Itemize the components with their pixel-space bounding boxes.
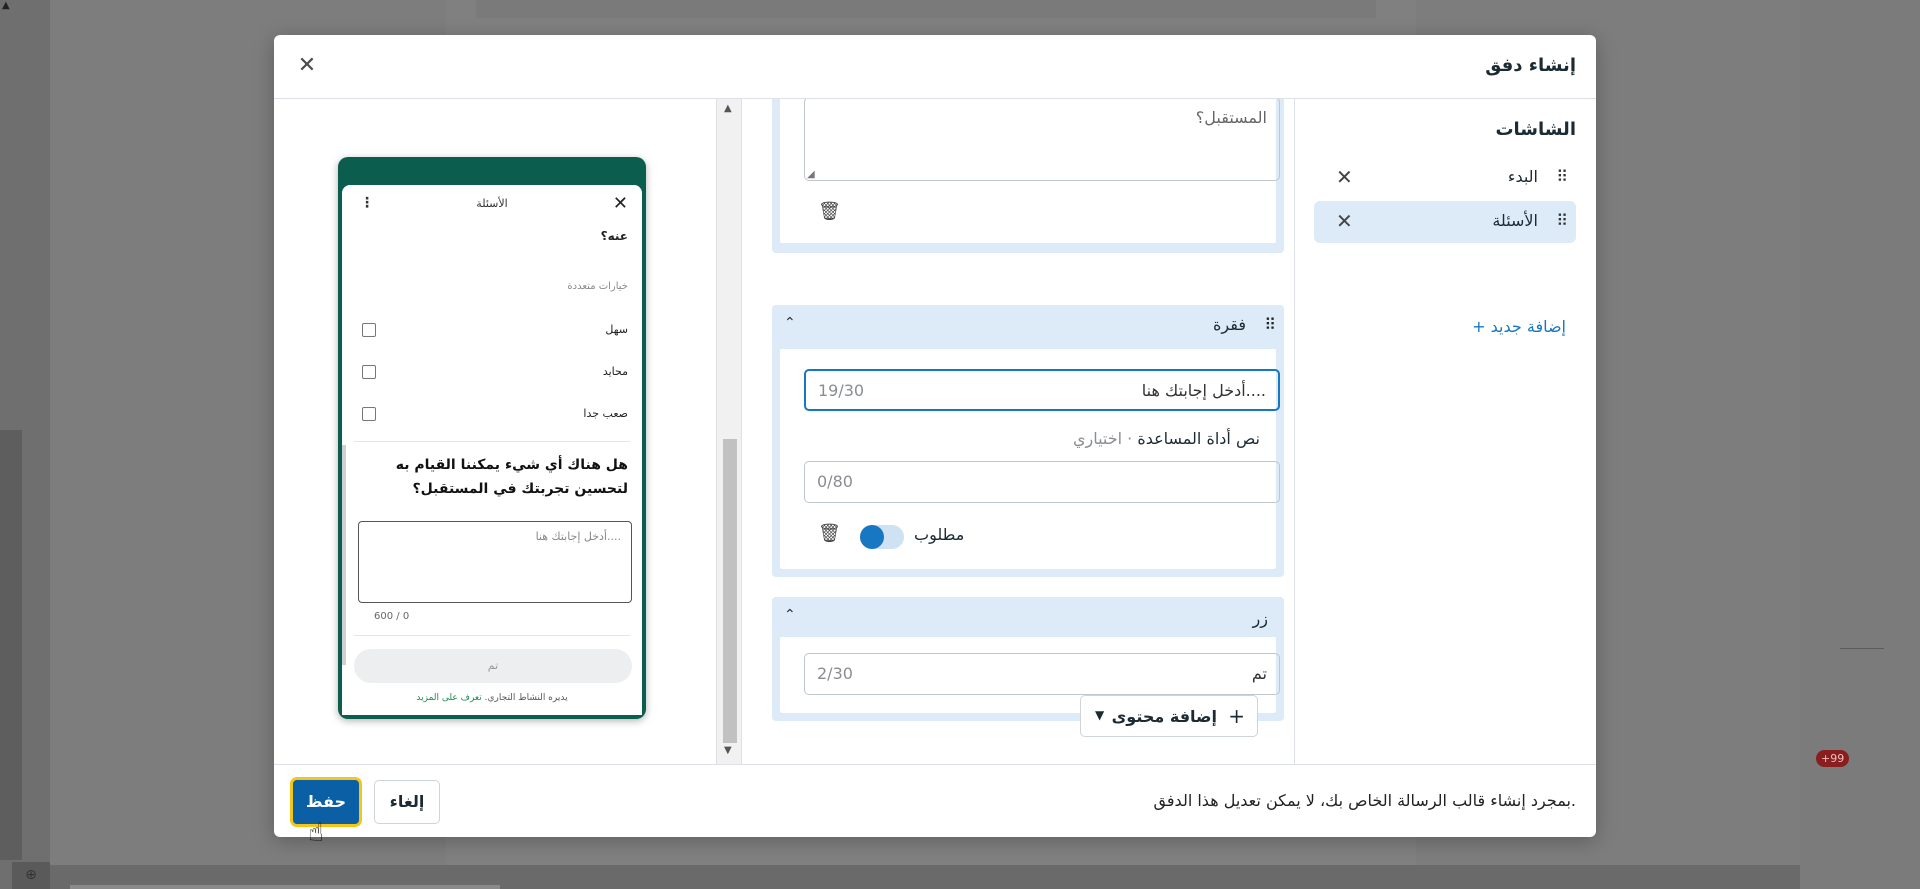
checkbox <box>362 323 376 337</box>
checkbox <box>362 407 376 421</box>
textarea-value: المستقبل؟ <box>1195 108 1267 127</box>
add-new-screen-link[interactable]: + إضافة جديد <box>1472 317 1566 336</box>
preview-counter: 600 / 0 <box>374 611 410 622</box>
phone-preview-panel: ✕ الأسئلة ⋮ عنه؟ خيارات متعددة سهل محايد… <box>274 99 716 764</box>
phone-sheet: ✕ الأسئلة ⋮ عنه؟ خيارات متعددة سهل محايد… <box>342 185 642 715</box>
remove-screen-icon[interactable]: ✕ <box>1336 209 1353 233</box>
char-counter: 19/30 <box>818 381 865 400</box>
drag-handle-icon[interactable]: ⠿ <box>1264 315 1276 334</box>
more-options-icon: ⋮ <box>360 195 374 211</box>
screen-item-label: البدء <box>1507 167 1538 186</box>
required-label: مطلوب <box>914 525 965 544</box>
paragraph-heading: فقرة <box>1213 315 1246 334</box>
field-value: أدخل إجابتك هنا.... <box>1141 381 1266 400</box>
multi-choice-label: خيارات متعددة <box>567 281 628 292</box>
collapse-chevron-icon[interactable]: ⌃ <box>784 315 796 331</box>
horizontal-scrollbar[interactable] <box>70 885 500 889</box>
helper-text-field[interactable]: 0/80 <box>804 461 1280 503</box>
char-counter: 2/30 <box>817 664 853 683</box>
option-label: سهل <box>605 323 628 336</box>
caret-down-icon: ▼ <box>1095 708 1105 722</box>
delete-icon[interactable]: 🗑 <box>818 201 841 222</box>
previous-answer-textarea[interactable]: المستقبل؟ ◢ <box>804 99 1280 181</box>
remove-screen-icon[interactable]: ✕ <box>1336 165 1353 189</box>
screen-item-start[interactable]: ⠿ البدء ✕ <box>1314 157 1576 199</box>
preview-title: الأسئلة <box>476 197 508 210</box>
scroll-down-icon[interactable]: ▼ <box>724 745 732 756</box>
button-heading: زر <box>1252 609 1268 628</box>
notification-badge: +99 <box>1816 750 1850 767</box>
previous-component-body: المستقبل؟ ◢ 🗑 <box>780 99 1280 243</box>
preview-footer: يديره النشاط التجاري. تعرف على المزيد <box>416 693 568 703</box>
modal-title: إنشاء دفق <box>1485 55 1576 76</box>
collapse-chevron-icon[interactable]: ⌃ <box>784 607 796 623</box>
divider <box>354 441 630 442</box>
preview-scrollbar <box>342 445 346 665</box>
scroll-up-icon[interactable]: ▲ <box>724 103 732 114</box>
preview-done-button: تم <box>354 649 632 683</box>
answer-placeholder-field[interactable]: أدخل إجابتك هنا.... 19/30 <box>804 369 1280 411</box>
globe-icon[interactable]: ⊕ <box>12 862 50 889</box>
scrollbar-thumb[interactable] <box>723 439 737 743</box>
previous-component-section: المستقبل؟ ◢ 🗑 <box>772 99 1284 253</box>
preview-question: هل هناك أي شيء يمكننا القيام به لتحسين ت… <box>395 457 628 497</box>
char-counter: 0/80 <box>817 472 853 491</box>
plus-icon: + <box>1228 704 1245 728</box>
preview-cut-text: عنه؟ <box>600 229 628 243</box>
button-label-field[interactable]: تم 2/30 <box>804 653 1280 695</box>
paragraph-body: أدخل إجابتك هنا.... 19/30 نص أداة المساع… <box>780 349 1280 569</box>
helper-text-label: نص أداة المساعدة · اختياري <box>1072 429 1260 448</box>
option-label: صعب جدا <box>583 407 628 420</box>
footer-note: بمجرد إنشاء قالب الرسالة الخاص بك، لا يم… <box>1153 791 1576 810</box>
checkbox <box>362 365 376 379</box>
preview-answer-textarea: أدخل إجابتك هنا.... <box>358 521 632 603</box>
modal-footer: بمجرد إنشاء قالب الرسالة الخاص بك، لا يم… <box>274 764 1596 837</box>
option-label: محايد <box>602 365 628 378</box>
drag-handle-icon[interactable]: ⠿ <box>1556 211 1568 230</box>
modal-header: إنشاء دفق ✕ <box>274 35 1596 99</box>
delete-icon[interactable]: 🗑 <box>818 523 841 544</box>
close-icon[interactable]: ✕ <box>292 51 322 81</box>
paragraph-section: ⠿ فقرة ⌃ أدخل إجابتك هنا.... 19/30 نص أد… <box>772 305 1284 577</box>
scroll-up-arrow-icon[interactable]: ▲ <box>2 0 10 11</box>
hand-cursor-icon: ☝ <box>308 818 324 848</box>
editor-scrollbar[interactable]: ▲ ▼ <box>716 99 742 764</box>
divider <box>354 635 630 636</box>
preview-placeholder: أدخل إجابتك هنا.... <box>535 530 621 543</box>
screens-panel: الشاشات ⠿ البدء ✕ ⠿ الأسئلة ✕ + إضافة جد… <box>1294 99 1596 764</box>
required-toggle[interactable] <box>860 525 904 549</box>
add-content-button[interactable]: + إضافة محتوى ▼ <box>1080 695 1258 737</box>
cancel-button[interactable]: إلغاء <box>374 780 440 824</box>
phone-frame: ✕ الأسئلة ⋮ عنه؟ خيارات متعددة سهل محايد… <box>338 157 646 719</box>
field-value: تم <box>1251 664 1267 683</box>
drag-handle-icon[interactable]: ⠿ <box>1556 167 1568 186</box>
iconbar-divider <box>1840 648 1884 649</box>
background-left-strip <box>0 430 22 860</box>
background-card-header <box>476 0 1376 18</box>
resize-handle-icon[interactable]: ◢ <box>807 169 815 180</box>
screen-editor: المستقبل؟ ◢ 🗑 ⠿ فقرة ⌃ أدخل إجابتك هنا..… <box>744 99 1294 764</box>
screen-item-label: الأسئلة <box>1492 211 1538 230</box>
screen-item-questions[interactable]: ⠿ الأسئلة ✕ <box>1314 201 1576 243</box>
add-content-label: إضافة محتوى <box>1111 707 1217 726</box>
screens-title: الشاشات <box>1495 119 1576 140</box>
create-flow-modal: إنشاء دفق ✕ الشاشات ⠿ البدء ✕ ⠿ الأسئلة … <box>274 35 1596 837</box>
